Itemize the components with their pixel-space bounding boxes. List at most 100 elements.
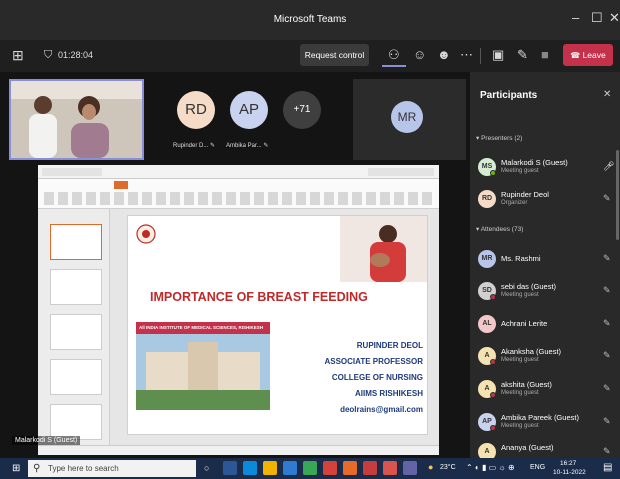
participant-row[interactable]: SD sebi das (Guest) Meeting guest ✎ (478, 279, 616, 305)
app-tabs (42, 168, 102, 176)
react-icon[interactable]: ☻ (437, 47, 451, 63)
participant-row[interactable]: AL Achrani Lerite ✎ (478, 312, 616, 338)
maximize-icon[interactable]: ☐ (591, 10, 603, 26)
avatar: RD (478, 190, 496, 208)
title-bar: Microsoft Teams – ☐ ✕ (0, 0, 620, 40)
slide-line: deolrains@gmail.com (340, 405, 423, 414)
avatar: MR (478, 250, 496, 268)
presenters-section[interactable]: ▾ Presenters (2) (476, 134, 522, 142)
shield-icon: ⛉ (44, 49, 53, 61)
windows-start-icon[interactable]: ⊞ (12, 463, 20, 474)
app-icon[interactable] (363, 461, 377, 475)
slide-thumb[interactable] (50, 224, 102, 260)
mic-off-icon: ✎ (603, 350, 611, 360)
mic-off-icon: ✎ (603, 253, 611, 263)
avatar-rupinder[interactable]: RD (177, 91, 215, 129)
ribbon-tools (44, 192, 432, 205)
video-tile-mr[interactable]: MR (353, 79, 466, 160)
participant-name: Ms. Rashmi (501, 254, 541, 263)
leave-label: Leave (582, 50, 606, 60)
window-title: Microsoft Teams (273, 14, 347, 25)
attendees-header: Attendees (73) (480, 226, 524, 233)
camera-off-icon[interactable]: ▣ (492, 47, 504, 63)
slide-line: AIIMS RISHIKESH (354, 389, 423, 398)
avatar-initials: RD (185, 101, 207, 118)
people-icon: ⚇ (388, 47, 400, 62)
slide-title: IMPORTANCE OF BREAST FEEDING (150, 290, 368, 304)
presenters-header: Presenters (2) (481, 135, 523, 142)
minimize-icon[interactable]: – (572, 10, 579, 25)
chevron-down-icon: ▾ (476, 226, 480, 233)
mic-icon: 🎤︎ (603, 161, 615, 171)
participant-name: akshita (Guest) (501, 380, 552, 389)
participant-name: Malarkodi S (Guest) (501, 158, 568, 167)
ribbon-active-tab (114, 181, 128, 189)
avatar-name: Rupinder D... ✎ (173, 142, 215, 149)
chat-icon[interactable]: ☺ (413, 47, 426, 63)
attendees-section[interactable]: ▾ Attendees (73) (476, 225, 523, 233)
notifications-icon[interactable]: ▤ (603, 462, 612, 473)
institute-banner-image: All INDIA INSTITUTE OF MEDICAL SCIENCES,… (136, 322, 270, 410)
slide-line: RUPINDER DEOL (356, 341, 423, 350)
share-tray-icon[interactable]: ■ (541, 47, 549, 63)
more-icon[interactable]: ⋯ (460, 47, 473, 63)
mail-icon[interactable] (283, 461, 297, 475)
task-view-icon[interactable]: ○ (204, 463, 209, 473)
mic-off-icon: ✎ (603, 193, 611, 203)
media-app-icon[interactable] (383, 461, 397, 475)
slide-thumb[interactable] (50, 359, 102, 395)
close-icon[interactable]: ✕ (603, 89, 611, 100)
participant-row[interactable]: MR Ms. Rashmi ✎ (478, 247, 616, 273)
status-badge (490, 425, 496, 431)
slide-thumb[interactable] (50, 314, 102, 350)
panel-scrollbar[interactable] (616, 150, 619, 240)
slide-line: COLLEGE OF NURSING (331, 373, 423, 382)
folder-icon[interactable] (263, 461, 277, 475)
slide-thumb[interactable] (50, 269, 102, 305)
mic-off-icon: ✎ (603, 416, 611, 426)
chrome-icon[interactable] (303, 461, 317, 475)
chevron-down-icon: ▾ (476, 135, 480, 142)
file-explorer-icon[interactable] (223, 461, 237, 475)
shared-screen[interactable]: IMPORTANCE OF BREAST FEEDING All INDIA I… (38, 165, 439, 455)
search-icon: ⚲ (33, 463, 41, 474)
participant-row[interactable]: AP Ambika Pareek (Guest) Meeting guest ✎ (478, 410, 616, 436)
slide-line: ASSOCIATE PROFESSOR (324, 357, 423, 366)
search-placeholder: Type here to search (48, 464, 119, 473)
edge-icon[interactable] (243, 461, 257, 475)
language-indicator[interactable]: ENG (530, 464, 545, 471)
request-control-button[interactable]: Request control (300, 44, 369, 66)
close-icon[interactable]: ✕ (609, 10, 620, 26)
slide-thumb[interactable] (50, 404, 102, 440)
participant-row[interactable]: A Akanksha (Guest) Meeting guest ✎ (478, 344, 616, 370)
aiims-logo-icon (136, 224, 156, 244)
presentation-status-bar (38, 445, 439, 455)
grid-view-icon[interactable]: ⊞ (12, 47, 24, 63)
participant-role: Meeting guest (501, 292, 539, 298)
slide-canvas: IMPORTANCE OF BREAST FEEDING All INDIA I… (127, 215, 428, 435)
people-button[interactable]: ⚇ (382, 43, 406, 67)
mic-off-icon: ✎ (603, 383, 611, 393)
slide-thumbnails (38, 209, 110, 445)
app-icon[interactable] (323, 461, 337, 475)
avatar: AL (478, 315, 496, 333)
participant-row[interactable]: RD Rupinder Deol Organizer ✎ (478, 187, 616, 213)
panel-title: Participants (480, 90, 538, 101)
teams-icon[interactable] (403, 461, 417, 475)
system-tray-icons[interactable]: ⌃ ◐ ▮ ▭ ☼ ⊕ (466, 463, 515, 472)
leave-button[interactable]: ☎ Leave (563, 44, 613, 66)
app-window-controls (368, 168, 434, 176)
avatar-ambika[interactable]: AP (230, 91, 268, 129)
mic-off-icon: ✎ (263, 143, 269, 149)
overflow-avatar[interactable]: +71 (283, 91, 321, 129)
participant-row[interactable]: A Ananya (Guest) ✎ (478, 440, 616, 458)
video-tile[interactable] (9, 79, 144, 160)
participant-row[interactable]: MS Malarkodi S (Guest) Meeting guest 🎤︎ (478, 155, 616, 181)
taskbar-search[interactable]: ⚲ Type here to search (28, 460, 196, 477)
participant-name: Ambika Pareek (Guest) (501, 413, 579, 422)
avatar-name-text: Rupinder D... (173, 143, 209, 149)
status-badge (490, 392, 496, 398)
presentation-app-icon[interactable] (343, 461, 357, 475)
mic-off-icon[interactable]: ✎ (517, 47, 528, 63)
participant-row[interactable]: A akshita (Guest) Meeting guest ✎ (478, 377, 616, 403)
